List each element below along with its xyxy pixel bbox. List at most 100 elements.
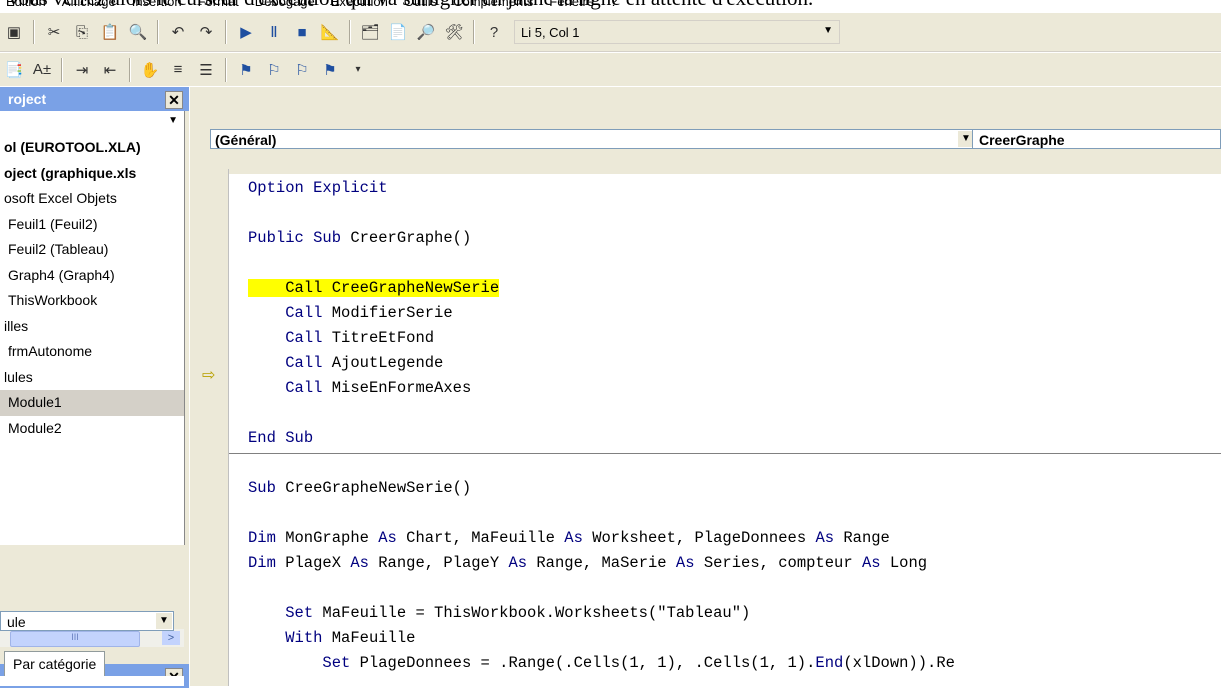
menu-item[interactable]: Edition [6, 0, 46, 8]
code-line: Dim MonGraphe As Chart, MaFeuille As Wor… [248, 526, 955, 551]
tree-item[interactable]: Module2 [0, 416, 184, 442]
menu-item[interactable]: Compléments [453, 0, 533, 8]
menu-item[interactable]: Outils [404, 0, 437, 8]
project-explorer-title: roject [8, 91, 47, 107]
separator [225, 57, 227, 82]
indent-icon[interactable]: ⇥ [69, 58, 95, 82]
separator [61, 57, 63, 82]
separator [225, 20, 227, 44]
code-line: Call AjoutLegende [248, 351, 955, 376]
menu-item[interactable]: Débogage [255, 0, 315, 8]
tree-item[interactable]: ThisWorkbook [0, 288, 184, 314]
tree-item[interactable]: Module1 [0, 390, 184, 416]
code-line: Call ModifierSerie [248, 301, 955, 326]
menu-item[interactable]: Insertion [132, 0, 182, 8]
comment-block-icon[interactable]: ≡ [165, 58, 191, 82]
tree-item[interactable]: oject (graphique.xls [0, 161, 184, 187]
menu-item[interactable]: Format [198, 0, 239, 8]
tree-item[interactable]: Graph4 (Graph4) [0, 263, 184, 289]
object-combo-value: (Général) [215, 132, 277, 148]
horizontal-scrollbar[interactable]: III > [0, 629, 184, 647]
help-icon[interactable]: ? [481, 20, 507, 44]
toggle-bookmark-icon[interactable]: ⚑ [233, 58, 259, 82]
code-text: With MaFeuille [285, 629, 416, 647]
project-explorer-header: roject ✕ [0, 87, 189, 111]
code-line: Sub CreeGrapheNewSerie() [248, 476, 955, 501]
code-line: Dim PlageX As Range, PlageY As Range, Ma… [248, 551, 955, 576]
stop-icon[interactable]: ■ [289, 20, 315, 44]
design-mode-icon[interactable]: 📐 [317, 20, 343, 44]
toggle-breakpoint-icon[interactable]: ✋ [137, 58, 163, 82]
tree-item[interactable]: illes [0, 314, 184, 340]
scroll-thumb[interactable]: III [10, 631, 140, 647]
properties-grid [0, 676, 184, 686]
code-text: Option Explicit [248, 179, 388, 197]
menu-item[interactable]: Exécution [331, 0, 388, 8]
list-properties-icon[interactable]: 📑 [1, 58, 27, 82]
code-line: Option Explicit [248, 176, 955, 201]
code-text: Dim MonGraphe As Chart, MaFeuille As Wor… [248, 529, 890, 547]
chevron-down-icon[interactable]: ▼ [156, 613, 172, 629]
pause-icon[interactable]: Ⅱ [261, 20, 287, 44]
menu-item[interactable]: Fenêtre [549, 0, 594, 8]
outdent-icon[interactable]: ⇤ [97, 58, 123, 82]
tree-item[interactable]: frmAutonome [0, 339, 184, 365]
separator [473, 20, 475, 44]
separator [349, 20, 351, 44]
execution-pointer-icon: ⇨ [202, 367, 216, 384]
menu-item[interactable]: ? [610, 0, 617, 8]
redo-icon[interactable]: ↷ [193, 20, 219, 44]
tab-by-category[interactable]: Par catégorie [4, 651, 106, 676]
code-line: Set PlageDonnees = .Range(.Cells(1, 1), … [248, 651, 955, 676]
tree-item[interactable]: ol (EUROTOOL.XLA) [0, 135, 184, 161]
object-browser-icon[interactable]: 🔎 [413, 20, 439, 44]
separator [129, 57, 131, 82]
copy-icon[interactable]: ⎘ [69, 20, 95, 44]
object-combo[interactable]: (Général) ▼ [210, 129, 976, 149]
tree-item[interactable]: Feuil1 (Feuil2) [0, 212, 184, 238]
clear-bookmarks-icon[interactable]: ⚑ [317, 58, 343, 82]
code-text: Call AjoutLegende [285, 354, 444, 372]
code-text: Set MaFeuille = ThisWorkbook.Worksheets(… [285, 604, 751, 622]
edit-toolbar: 📑 A± ⇥ ⇤ ✋ ≡ ☰ ⚑ ⚐ ⚐ ⚑ ▾ [0, 53, 1221, 87]
toolbar-overflow-icon[interactable]: ▾ [345, 58, 371, 82]
procedure-combo[interactable]: CreerGraphe [972, 129, 1221, 149]
project-toolbar: ▼ [0, 111, 185, 135]
cut-icon[interactable]: ✂ [41, 20, 67, 44]
quick-info-icon[interactable]: A± [29, 58, 55, 82]
find-icon[interactable]: 🔍 [125, 20, 151, 44]
cursor-position-status: Li 5, Col 1 ▼ [514, 20, 840, 44]
code-line: Call CreeGrapheNewSerie [248, 276, 955, 301]
paste-icon[interactable]: 📋 [97, 20, 123, 44]
toolbar-options-icon[interactable]: ▼ [823, 25, 833, 36]
menu-item[interactable]: Affichage [62, 0, 116, 8]
toolbox-icon[interactable]: 🛠 [441, 20, 467, 44]
scroll-right-icon[interactable]: > [162, 631, 180, 645]
chevron-down-icon[interactable]: ▼ [168, 115, 178, 126]
project-tree: ol (EUROTOOL.XLA) oject (graphique.xls oso… [0, 135, 185, 545]
next-bookmark-icon[interactable]: ⚐ [261, 58, 287, 82]
previous-bookmark-icon[interactable]: ⚐ [289, 58, 315, 82]
tree-item[interactable]: Feuil2 (Tableau) [0, 237, 184, 263]
properties-icon[interactable]: 📄 [385, 20, 411, 44]
run-icon[interactable]: ▶ [233, 20, 259, 44]
code-window: (Général) ▼ CreerGraphe ⇨ Option Explici… [190, 87, 1221, 686]
properties-object-combo[interactable]: ule ▼ [0, 611, 174, 631]
code-editor[interactable]: Option Explicit Public Sub CreerGraphe() … [248, 176, 955, 676]
tree-item[interactable]: osoft Excel Objets [0, 186, 184, 212]
undo-icon[interactable]: ↶ [165, 20, 191, 44]
code-text: Call CreeGrapheNewSerie [248, 279, 500, 297]
tree-item[interactable]: lules [0, 365, 184, 391]
separator [33, 20, 35, 44]
uncomment-block-icon[interactable]: ☰ [193, 58, 219, 82]
separator [157, 20, 159, 44]
code-text: Dim PlageX As Range, PlageY As Range, Ma… [248, 554, 928, 572]
view-excel-icon[interactable]: ▣ [1, 20, 27, 44]
project-explorer-icon[interactable]: 🗂 [357, 20, 383, 44]
code-line: With MaFeuille [248, 626, 955, 651]
close-icon[interactable]: ✕ [165, 91, 183, 109]
margin-indicator-bar[interactable]: ⇨ [190, 169, 229, 686]
